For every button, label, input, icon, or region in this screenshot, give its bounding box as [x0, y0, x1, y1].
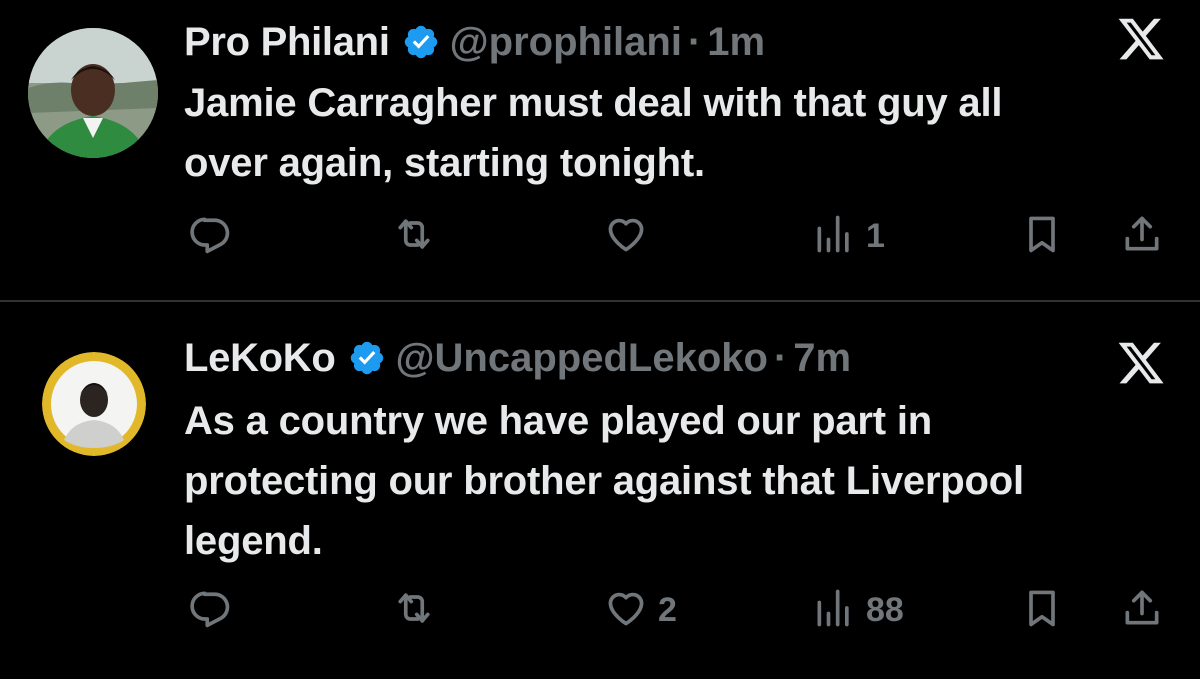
- tweet-text-line: protecting our brother against that Live…: [184, 459, 1024, 503]
- bookmark-button[interactable]: [1020, 206, 1064, 266]
- views-button[interactable]: 88: [812, 580, 904, 640]
- timestamp[interactable]: 7m: [793, 336, 851, 381]
- share-button[interactable]: [1120, 206, 1164, 266]
- heart-icon: [604, 586, 648, 635]
- action-bar: 1: [0, 206, 1200, 266]
- repost-icon: [392, 586, 436, 635]
- tweet-text-line: over again, starting tonight.: [184, 141, 705, 185]
- tweet-header: Pro Philani @prophilani · 1m: [184, 14, 765, 70]
- views-count: 1: [866, 216, 885, 255]
- separator-dot: ·: [773, 335, 788, 380]
- reply-button[interactable]: [188, 580, 242, 640]
- avatar[interactable]: [28, 28, 158, 158]
- bookmark-icon: [1020, 586, 1064, 635]
- bookmark-icon: [1020, 212, 1064, 261]
- tweet-text-line: legend.: [184, 519, 323, 563]
- views-count: 88: [866, 590, 904, 629]
- share-icon: [1120, 586, 1164, 635]
- tweet-prophilani[interactable]: Pro Philani @prophilani · 1m Jamie Carra…: [0, 0, 1200, 300]
- tweet-text-line: Jamie Carragher must deal with that guy …: [184, 81, 1003, 125]
- x-logo-icon: [1116, 338, 1166, 388]
- user-handle[interactable]: @prophilani: [450, 20, 682, 65]
- bookmark-button[interactable]: [1020, 580, 1064, 640]
- repost-button[interactable]: [392, 206, 446, 266]
- reply-button[interactable]: [188, 206, 242, 266]
- share-button[interactable]: [1120, 580, 1164, 640]
- repost-icon: [392, 212, 436, 261]
- x-logo-icon: [1116, 14, 1166, 64]
- timestamp[interactable]: 1m: [707, 20, 765, 65]
- avatar[interactable]: [42, 352, 146, 456]
- share-icon: [1120, 212, 1164, 261]
- tweet-text-line: As a country we have played our part in: [184, 399, 932, 443]
- verified-badge-icon: [402, 23, 440, 61]
- views-icon: [812, 586, 856, 635]
- tweet-uncappedlekoko[interactable]: LeKoKo @UncappedLekoko · 7m As a country…: [0, 302, 1200, 679]
- action-bar: 2 88: [0, 580, 1200, 640]
- like-count: 2: [658, 590, 677, 629]
- separator-dot: ·: [687, 19, 702, 64]
- heart-icon: [604, 212, 648, 261]
- display-name[interactable]: Pro Philani: [184, 20, 390, 65]
- like-button[interactable]: 2: [604, 580, 677, 640]
- display-name[interactable]: LeKoKo: [184, 336, 336, 381]
- tweet-header: LeKoKo @UncappedLekoko · 7m: [184, 330, 851, 386]
- repost-button[interactable]: [392, 580, 446, 640]
- like-button[interactable]: [604, 206, 658, 266]
- views-icon: [812, 212, 856, 261]
- reply-icon: [188, 212, 232, 261]
- verified-badge-icon: [348, 339, 386, 377]
- views-button[interactable]: 1: [812, 206, 885, 266]
- reply-icon: [188, 586, 232, 635]
- tweet-text: Jamie Carragher must deal with that guy …: [184, 73, 1164, 193]
- user-handle[interactable]: @UncappedLekoko: [396, 336, 768, 381]
- tweet-text: As a country we have played our part in …: [184, 391, 1184, 571]
